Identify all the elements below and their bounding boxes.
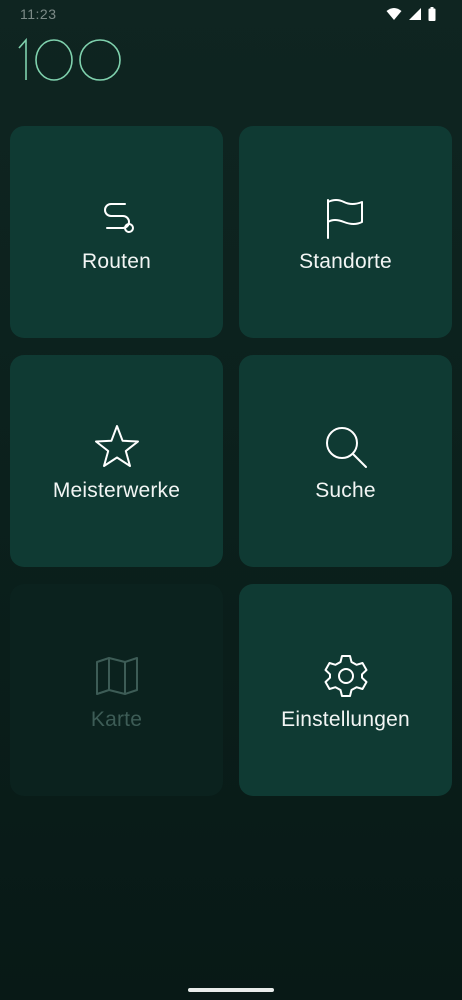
gear-icon — [322, 652, 370, 700]
status-bar: 11:23 — [0, 0, 462, 28]
app-logo — [16, 36, 126, 84]
route-icon — [93, 194, 141, 242]
tile-label-suche: Suche — [315, 479, 376, 502]
tile-label-meisterwerke: Meisterwerke — [52, 479, 181, 502]
tile-einstellungen[interactable]: Einstellungen — [239, 584, 452, 796]
cellular-icon — [408, 7, 422, 21]
tile-label-einstellungen: Einstellungen — [281, 708, 410, 731]
star-icon — [93, 423, 141, 471]
tile-label-standorte: Standorte — [299, 250, 392, 273]
wifi-icon — [386, 7, 402, 21]
battery-icon — [428, 7, 436, 21]
search-icon — [322, 423, 370, 471]
status-time: 11:23 — [20, 6, 57, 22]
home-indicator[interactable] — [188, 988, 274, 992]
tile-karte: Karte — [10, 584, 223, 796]
tile-routen[interactable]: Routen — [10, 126, 223, 338]
status-icons — [386, 7, 436, 21]
tile-standorte[interactable]: Standorte — [239, 126, 452, 338]
map-icon — [93, 652, 141, 700]
tile-label-routen: Routen — [82, 250, 151, 273]
tile-suche[interactable]: Suche — [239, 355, 452, 567]
flag-icon — [322, 194, 370, 242]
tile-label-karte: Karte — [90, 708, 143, 731]
tile-meisterwerke[interactable]: Meisterwerke — [10, 355, 223, 567]
